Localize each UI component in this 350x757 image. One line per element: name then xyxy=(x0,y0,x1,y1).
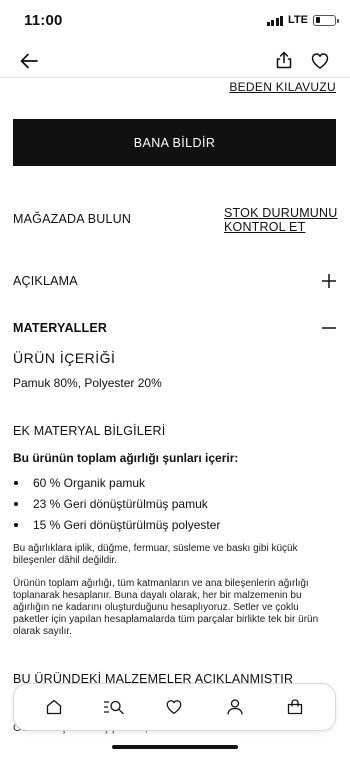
weight-note-2: Ürünün toplam ağırlığı, tüm katmanların … xyxy=(13,578,319,637)
signal-icon xyxy=(266,15,284,26)
status-time: 11:00 xyxy=(24,12,63,29)
tab-home[interactable] xyxy=(42,695,66,719)
list-item: 60 % Organik pamuk xyxy=(13,472,333,493)
product-content-value: Pamuk 80%, Polyester 20% xyxy=(13,376,162,390)
arrow-left-icon xyxy=(20,53,38,69)
user-icon xyxy=(227,699,243,715)
tab-search[interactable] xyxy=(102,695,126,719)
materials-label: MATERYALLER xyxy=(13,321,108,335)
weight-note-1: Bu ağırlıklara iplik, düğme, fermuar, sü… xyxy=(13,543,298,566)
extra-material-title: EK MATERYAL BİLGİLERİ xyxy=(13,424,166,438)
product-content-title: ÜRÜN İÇERİĞİ xyxy=(13,350,116,366)
minus-icon[interactable] xyxy=(321,320,337,336)
search-menu-icon xyxy=(104,700,124,715)
bottom-tab-bar xyxy=(13,683,336,731)
tab-bag[interactable] xyxy=(283,695,307,719)
plus-icon[interactable] xyxy=(321,273,337,289)
nav-bar xyxy=(0,44,350,78)
tab-account[interactable] xyxy=(223,695,247,719)
status-bar: 11:00 LTE xyxy=(0,0,350,44)
favorite-button[interactable] xyxy=(310,51,330,71)
status-indicators: LTE xyxy=(266,14,339,26)
shopping-bag-icon xyxy=(287,699,302,715)
heart-icon xyxy=(311,53,329,69)
weight-heading: Bu ürünün toplam ağırlığı şunları içerir… xyxy=(13,451,239,465)
network-type: LTE xyxy=(288,14,308,26)
share-icon xyxy=(276,51,292,69)
list-item: 23 % Geri dönüştürülmüş pamuk xyxy=(13,493,333,514)
back-button[interactable] xyxy=(18,50,40,72)
tab-favorites[interactable] xyxy=(162,695,186,719)
size-guide-link[interactable]: BEDEN KILAVUZU xyxy=(229,80,336,94)
battery-icon xyxy=(313,14,339,26)
share-button[interactable] xyxy=(274,50,294,70)
find-in-store-label: MAĞAZADA BULUN xyxy=(13,212,132,226)
home-indicator[interactable] xyxy=(112,745,238,749)
notify-me-button[interactable]: BANA BİLDİR xyxy=(13,119,336,166)
heart-icon xyxy=(167,700,182,714)
check-stock-link[interactable]: STOK DURUMUNU KONTROL ET xyxy=(224,206,344,234)
weight-list: 60 % Organik pamuk 23 % Geri dönüştürülm… xyxy=(13,472,333,535)
home-icon xyxy=(46,699,62,715)
list-item: 15 % Geri dönüştürülmüş polyester xyxy=(13,514,333,535)
description-label: AÇIKLAMA xyxy=(13,274,78,288)
